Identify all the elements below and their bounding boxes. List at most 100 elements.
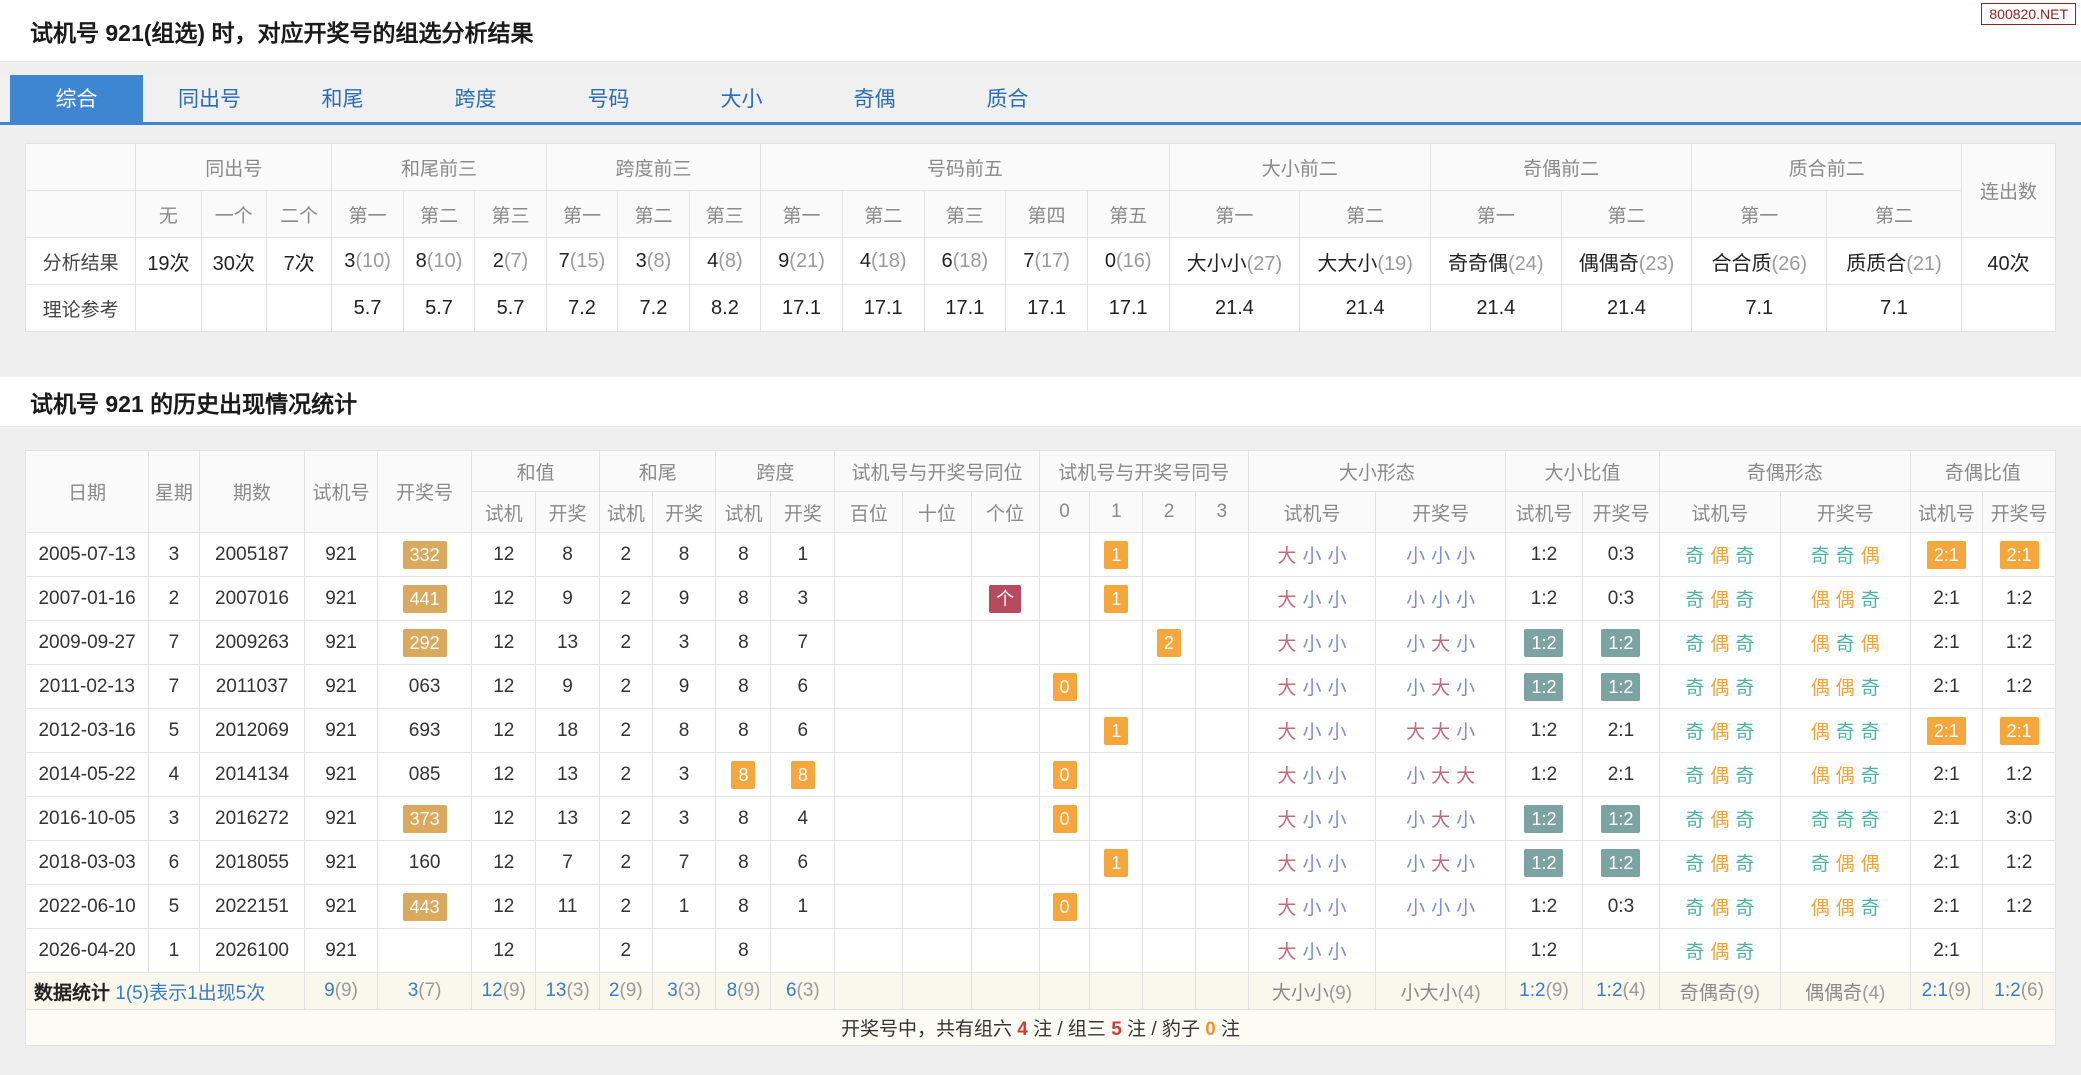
tab-1[interactable]: 同出号 xyxy=(143,75,276,122)
cell: 偶偶奇 xyxy=(1779,576,1911,621)
cell xyxy=(1142,576,1196,621)
cell xyxy=(902,532,972,577)
group-header: 星期 xyxy=(148,450,200,533)
cell: 12(9) xyxy=(471,972,537,1010)
cell xyxy=(902,840,972,885)
row-label: 理论参考 xyxy=(24,284,137,332)
cell: 大小小 xyxy=(1247,928,1377,973)
cell: 1:2 xyxy=(1504,928,1583,973)
cell: 3 xyxy=(148,532,200,577)
stats-row: 数据统计 1(5)表示1出现5次 9(9) 3(7) 12(9) 13(3) 2(9) 3(… xyxy=(24,972,2056,1010)
cell: 1:2(6) xyxy=(1982,972,2056,1010)
cell xyxy=(970,752,1040,797)
cell xyxy=(1089,884,1144,929)
cell: 5 xyxy=(148,708,200,753)
table-row: 2012-03-16 5 2012069 921 693 12 18 2 8 8 6 1 大小小大大… xyxy=(24,708,2056,753)
cell xyxy=(1038,532,1091,577)
cell: 奇偶奇 xyxy=(1658,928,1781,973)
cell: 12 xyxy=(471,532,537,577)
cell: 2 xyxy=(598,664,653,709)
group-header: 质合前二 xyxy=(1691,143,1962,191)
cell: 0 xyxy=(1038,752,1091,797)
cell xyxy=(970,620,1040,665)
cell: 2:1 xyxy=(1909,664,1984,709)
cell: 5 xyxy=(148,884,200,929)
cell: 小小小 xyxy=(1375,532,1506,577)
tab-5[interactable]: 大小 xyxy=(675,75,808,122)
cell: 2 xyxy=(598,532,653,577)
cell: 063 xyxy=(376,664,473,709)
sub-header: 第一 xyxy=(545,190,619,238)
tab-3[interactable]: 跨度 xyxy=(409,75,542,122)
cell xyxy=(1194,532,1249,577)
cell xyxy=(1142,884,1196,929)
summary-row: 开奖号中，共有组六 4 注 / 组三 5 注 / 豹子 0 注 xyxy=(25,1009,2056,1046)
cell: 12 xyxy=(471,884,537,929)
cell: 12 xyxy=(471,928,537,973)
section2-titlebar: 试机号 921 的历史出现情况统计 xyxy=(0,377,2081,427)
group-header: 期数 xyxy=(198,450,306,533)
cell: 2 xyxy=(598,840,653,885)
cell: 085 xyxy=(376,752,473,797)
sub-header: 第一 xyxy=(1429,190,1562,238)
cell: 921 xyxy=(304,796,378,841)
cell: 小大小 xyxy=(1375,796,1506,841)
cell: 2026100 xyxy=(198,928,306,973)
sub-header: 试机 xyxy=(715,491,772,533)
tab-6[interactable]: 奇偶 xyxy=(808,75,941,122)
cell xyxy=(1089,972,1144,1010)
cell: 17.1 xyxy=(841,284,925,332)
cell: 1:2 xyxy=(1982,664,2056,709)
table-row: 2005-07-13 3 2005187 921 332 12 8 2 8 8 1 1 大小小小小小… xyxy=(24,532,2056,577)
cell: 2005-07-13 xyxy=(24,532,150,577)
analysis-table: 同出号 和尾前三 跨度前三 号码前五 大小前二 奇偶前二 质合前二 连出数无一个 二个 第一 第二第… xyxy=(24,143,2057,332)
cell: 6 xyxy=(770,840,836,885)
cell xyxy=(1194,752,1249,797)
cell: 2005187 xyxy=(198,532,306,577)
table-row: 日期 星期 期数 试机号 开奖号 和值 和尾 跨度 试机号与开奖号同位 试机号与开奖号同号 大小形态… xyxy=(24,450,2057,533)
history-table-wrap: 日期 星期 期数 试机号 开奖号 和值 和尾 跨度 试机号与开奖号同位 试机号与开奖号同号 大小形态… xyxy=(24,450,2057,1046)
cell: 8 xyxy=(651,708,717,753)
cell: 30次 xyxy=(200,237,267,285)
cell: 6(3) xyxy=(770,972,836,1010)
cell: 3:0 xyxy=(1982,796,2056,841)
cell xyxy=(970,884,1040,929)
tab-2[interactable]: 和尾 xyxy=(276,75,409,122)
cell: 1:2 xyxy=(1982,752,2056,797)
cell: 奇偶奇(9) xyxy=(1658,972,1781,1010)
table-row: 2014-05-22 4 2014134 921 085 12 13 2 3 8 8 0 大小小小大… xyxy=(24,752,2056,797)
cell: 大大小 xyxy=(1375,708,1506,753)
cell: 2:1 xyxy=(1581,708,1660,753)
sub-header: 第二 xyxy=(402,190,476,238)
cell: 921 xyxy=(304,752,378,797)
sub-header: 2 xyxy=(1142,491,1196,533)
cell: 大小小 xyxy=(1247,708,1377,753)
cell xyxy=(1089,752,1144,797)
history-title: 试机号 921 的历史出现情况统计 xyxy=(30,390,358,417)
cell: 1 xyxy=(1089,840,1144,885)
cell: 8 xyxy=(715,576,772,621)
tab-7[interactable]: 质合 xyxy=(941,75,1074,122)
cell: 1 xyxy=(148,928,200,973)
cell: 921 xyxy=(304,532,378,577)
cell: 2009-09-27 xyxy=(24,620,150,665)
sub-header: 第五 xyxy=(1086,190,1170,238)
cell: 偶偶奇 xyxy=(1779,664,1911,709)
cell: 1:2 xyxy=(1982,840,2056,885)
cell: 奇偶奇 xyxy=(1658,620,1781,665)
stats-label: 数据统计 1(5)表示1出现5次 xyxy=(24,972,306,1010)
cell xyxy=(1142,796,1196,841)
cell: 3 xyxy=(651,620,717,665)
group-header: 奇偶形态 xyxy=(1658,450,1911,492)
cell: 441 xyxy=(376,576,473,621)
cell: 8(9) xyxy=(715,972,772,1010)
cell: 17.1 xyxy=(1086,284,1170,332)
group-header: 奇偶前二 xyxy=(1429,143,1693,191)
cell: 6(18) xyxy=(923,237,1007,285)
cell: 5.7 xyxy=(331,284,404,332)
tab-4[interactable]: 号码 xyxy=(542,75,675,122)
cell xyxy=(1142,840,1196,885)
cell: 1:2(4) xyxy=(1581,972,1660,1010)
tab-0[interactable]: 综合 xyxy=(10,75,143,122)
cell: 443 xyxy=(376,884,473,929)
